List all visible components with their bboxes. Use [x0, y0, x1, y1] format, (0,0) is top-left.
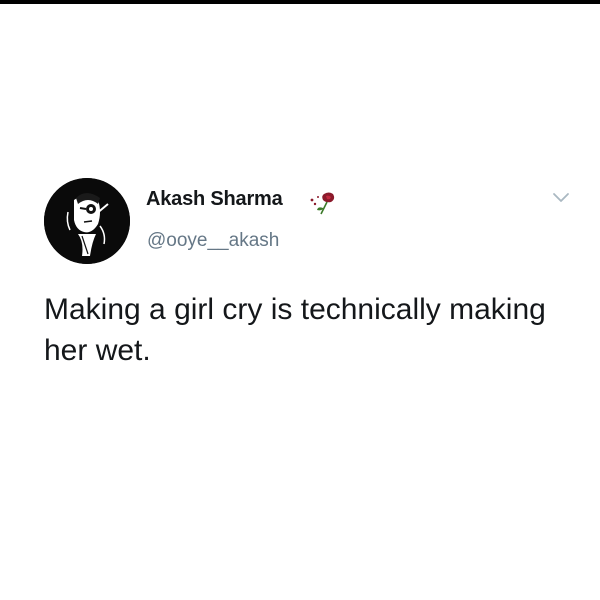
- page: Akash Sharma @ooye__akash Making a girl …: [0, 0, 600, 600]
- chevron-down-icon[interactable]: [551, 191, 571, 205]
- tweet-card: Akash Sharma @ooye__akash Making a girl …: [0, 0, 600, 600]
- rose-emoji-icon: [310, 192, 335, 215]
- user-handle[interactable]: @ooye__akash: [147, 230, 279, 252]
- tweet-text: Making a girl cry is technically making …: [44, 293, 546, 367]
- avatar[interactable]: [44, 178, 130, 264]
- display-name[interactable]: Akash Sharma: [146, 188, 283, 211]
- profile-picture-icon: [44, 178, 130, 264]
